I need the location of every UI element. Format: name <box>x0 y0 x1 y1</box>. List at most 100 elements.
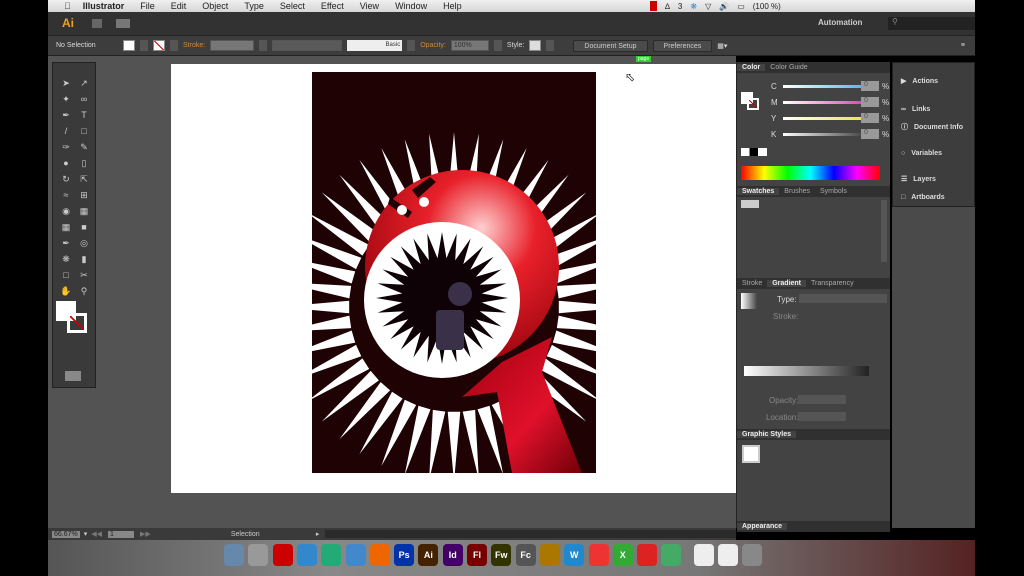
menu-object[interactable]: Object <box>202 1 228 11</box>
panel-actions[interactable]: ▶ Actions <box>893 71 938 91</box>
current-tool[interactable]: Selection <box>231 531 316 538</box>
bridge-icon[interactable] <box>92 19 102 28</box>
menu-window[interactable]: Window <box>395 1 427 11</box>
mesh-tool-icon[interactable]: ▦ <box>59 221 73 233</box>
hand-tool-icon[interactable]: ✋ <box>59 285 73 297</box>
stroke-label[interactable]: Stroke: <box>183 42 205 49</box>
gradient-tool-icon[interactable]: ■ <box>77 221 91 233</box>
width-tool-icon[interactable]: ≈ <box>59 189 73 201</box>
stroke-swatch[interactable] <box>153 40 165 51</box>
tab-color[interactable]: Color <box>737 64 766 71</box>
perspective-tool-icon[interactable]: ▦ <box>77 205 91 217</box>
fill-dropdown[interactable] <box>140 40 148 51</box>
pencil-tool-icon[interactable]: ✎ <box>77 141 91 153</box>
opacity-label[interactable]: Opacity: <box>420 42 446 49</box>
eraser-tool-icon[interactable]: ▯ <box>77 157 91 169</box>
dock-doc[interactable] <box>718 544 738 566</box>
dock-photo-booth[interactable] <box>272 544 293 566</box>
zoom-field[interactable]: 66.67% <box>52 530 80 538</box>
channel-value[interactable]: 0 <box>861 81 879 91</box>
battery-icon[interactable]: ▭ <box>737 2 745 11</box>
channel-value[interactable]: 0 <box>861 97 879 107</box>
lasso-tool-icon[interactable]: ∞ <box>77 93 91 105</box>
blob-brush-tool-icon[interactable]: ● <box>59 157 73 169</box>
dock-safari[interactable] <box>345 544 366 566</box>
direct-selection-tool-icon[interactable]: ↗ <box>77 77 91 89</box>
adobe-updates-icon[interactable]: ∆ <box>665 2 670 11</box>
channel-value[interactable]: 0 <box>861 129 879 139</box>
panel-menu-icon[interactable]: ≡ <box>961 42 965 49</box>
stroke-box[interactable] <box>67 313 87 333</box>
stroke-dropdown[interactable] <box>170 40 178 51</box>
slice-tool-icon[interactable]: ✂ <box>77 269 91 281</box>
paintbrush-tool-icon[interactable]: ✑ <box>59 141 73 153</box>
tab-brushes[interactable]: Brushes <box>779 188 815 195</box>
panel-document-info[interactable]: ⓘ Document Info <box>893 117 963 137</box>
gear-icon[interactable]: ❋ <box>690 2 697 11</box>
dock-pdf[interactable] <box>637 544 658 566</box>
workspace-switcher[interactable]: Automation <box>818 18 862 27</box>
stroke-weight-field[interactable] <box>210 40 255 51</box>
menu-help[interactable]: Help <box>443 1 462 11</box>
variable-width-field[interactable] <box>272 40 343 51</box>
dock-keynote[interactable] <box>539 544 560 566</box>
rotate-tool-icon[interactable]: ↻ <box>59 173 73 185</box>
blend-tool-icon[interactable]: ◎ <box>77 237 91 249</box>
menu-select[interactable]: Select <box>280 1 305 11</box>
symbol-sprayer-tool-icon[interactable]: ❋ <box>59 253 73 265</box>
status-menu-arrow[interactable]: ▸ <box>316 530 320 538</box>
tab-swatches[interactable]: Swatches <box>737 188 780 195</box>
appearance-title[interactable]: Appearance <box>737 523 788 530</box>
next-artboard[interactable]: ▶▶ <box>140 530 151 538</box>
fill-swatch[interactable] <box>123 40 135 51</box>
eyedropper-tool-icon[interactable]: ✒ <box>59 237 73 249</box>
document-setup-button[interactable]: Document Setup <box>573 39 648 52</box>
panel-layers[interactable]: ☰ Layers <box>893 169 936 189</box>
previous-artboard[interactable]: ◀◀ <box>91 530 102 538</box>
dock-doc[interactable] <box>693 544 714 566</box>
swatches-scrollbar[interactable] <box>881 200 887 262</box>
stop-opacity-field[interactable] <box>798 395 846 404</box>
screen-mode-icon[interactable] <box>65 371 81 381</box>
tab-transparency[interactable]: Transparency <box>806 280 859 287</box>
artboard-field[interactable]: 1 <box>108 530 135 538</box>
stroke-weight-dropdown[interactable] <box>259 40 268 51</box>
none-black-white-swatches[interactable] <box>741 148 767 156</box>
dock-fc[interactable]: Fc <box>515 544 536 566</box>
dock-fl[interactable]: Fl <box>467 544 487 566</box>
dock-finder[interactable] <box>224 544 244 566</box>
stop-location-field[interactable] <box>798 412 846 421</box>
zoom-tool-icon[interactable]: ⚲ <box>77 285 91 297</box>
gradient-thumbnail[interactable] <box>741 293 757 309</box>
rectangle-tool-icon[interactable]: □ <box>77 125 91 137</box>
zoom-dropdown[interactable]: ▾ <box>84 530 88 538</box>
dock-app-store[interactable] <box>296 544 317 566</box>
menu-file[interactable]: File <box>140 1 155 11</box>
dock-preview[interactable] <box>661 544 682 566</box>
menu-effect[interactable]: Effect <box>321 1 344 11</box>
graphic-styles-title[interactable]: Graphic Styles <box>737 431 797 438</box>
opacity-dropdown[interactable] <box>493 40 502 51</box>
wifi-icon[interactable]: ▽ <box>705 2 711 11</box>
dock-itunes[interactable] <box>321 544 342 566</box>
default-graphic-style[interactable] <box>742 445 760 463</box>
menu-edit[interactable]: Edit <box>171 1 187 11</box>
line-tool-icon[interactable]: / <box>59 125 73 137</box>
gradient-type-dropdown[interactable] <box>799 294 887 303</box>
red-app-icon[interactable] <box>650 1 657 11</box>
monster-artwork[interactable] <box>312 72 596 473</box>
dock-trash[interactable] <box>742 544 763 566</box>
menu-app[interactable]: Illustrator <box>83 1 125 11</box>
channel-value[interactable]: 0 <box>861 113 879 123</box>
dock-pages[interactable] <box>588 544 609 566</box>
panel-artboards[interactable]: □ Artboards <box>893 187 945 207</box>
arrange-icon[interactable]: ▦▾ <box>717 42 727 50</box>
dock-ps[interactable]: Ps <box>394 544 415 566</box>
type-tool-icon[interactable]: T <box>77 109 91 121</box>
tab-symbols[interactable]: Symbols <box>815 188 852 195</box>
tab-stroke[interactable]: Stroke <box>737 280 767 287</box>
opacity-field[interactable]: 100% <box>450 40 489 51</box>
volume-icon[interactable]: 🔊 <box>719 2 729 11</box>
preferences-button[interactable]: Preferences <box>652 39 713 52</box>
brush-definition[interactable]: Basic <box>347 40 403 51</box>
